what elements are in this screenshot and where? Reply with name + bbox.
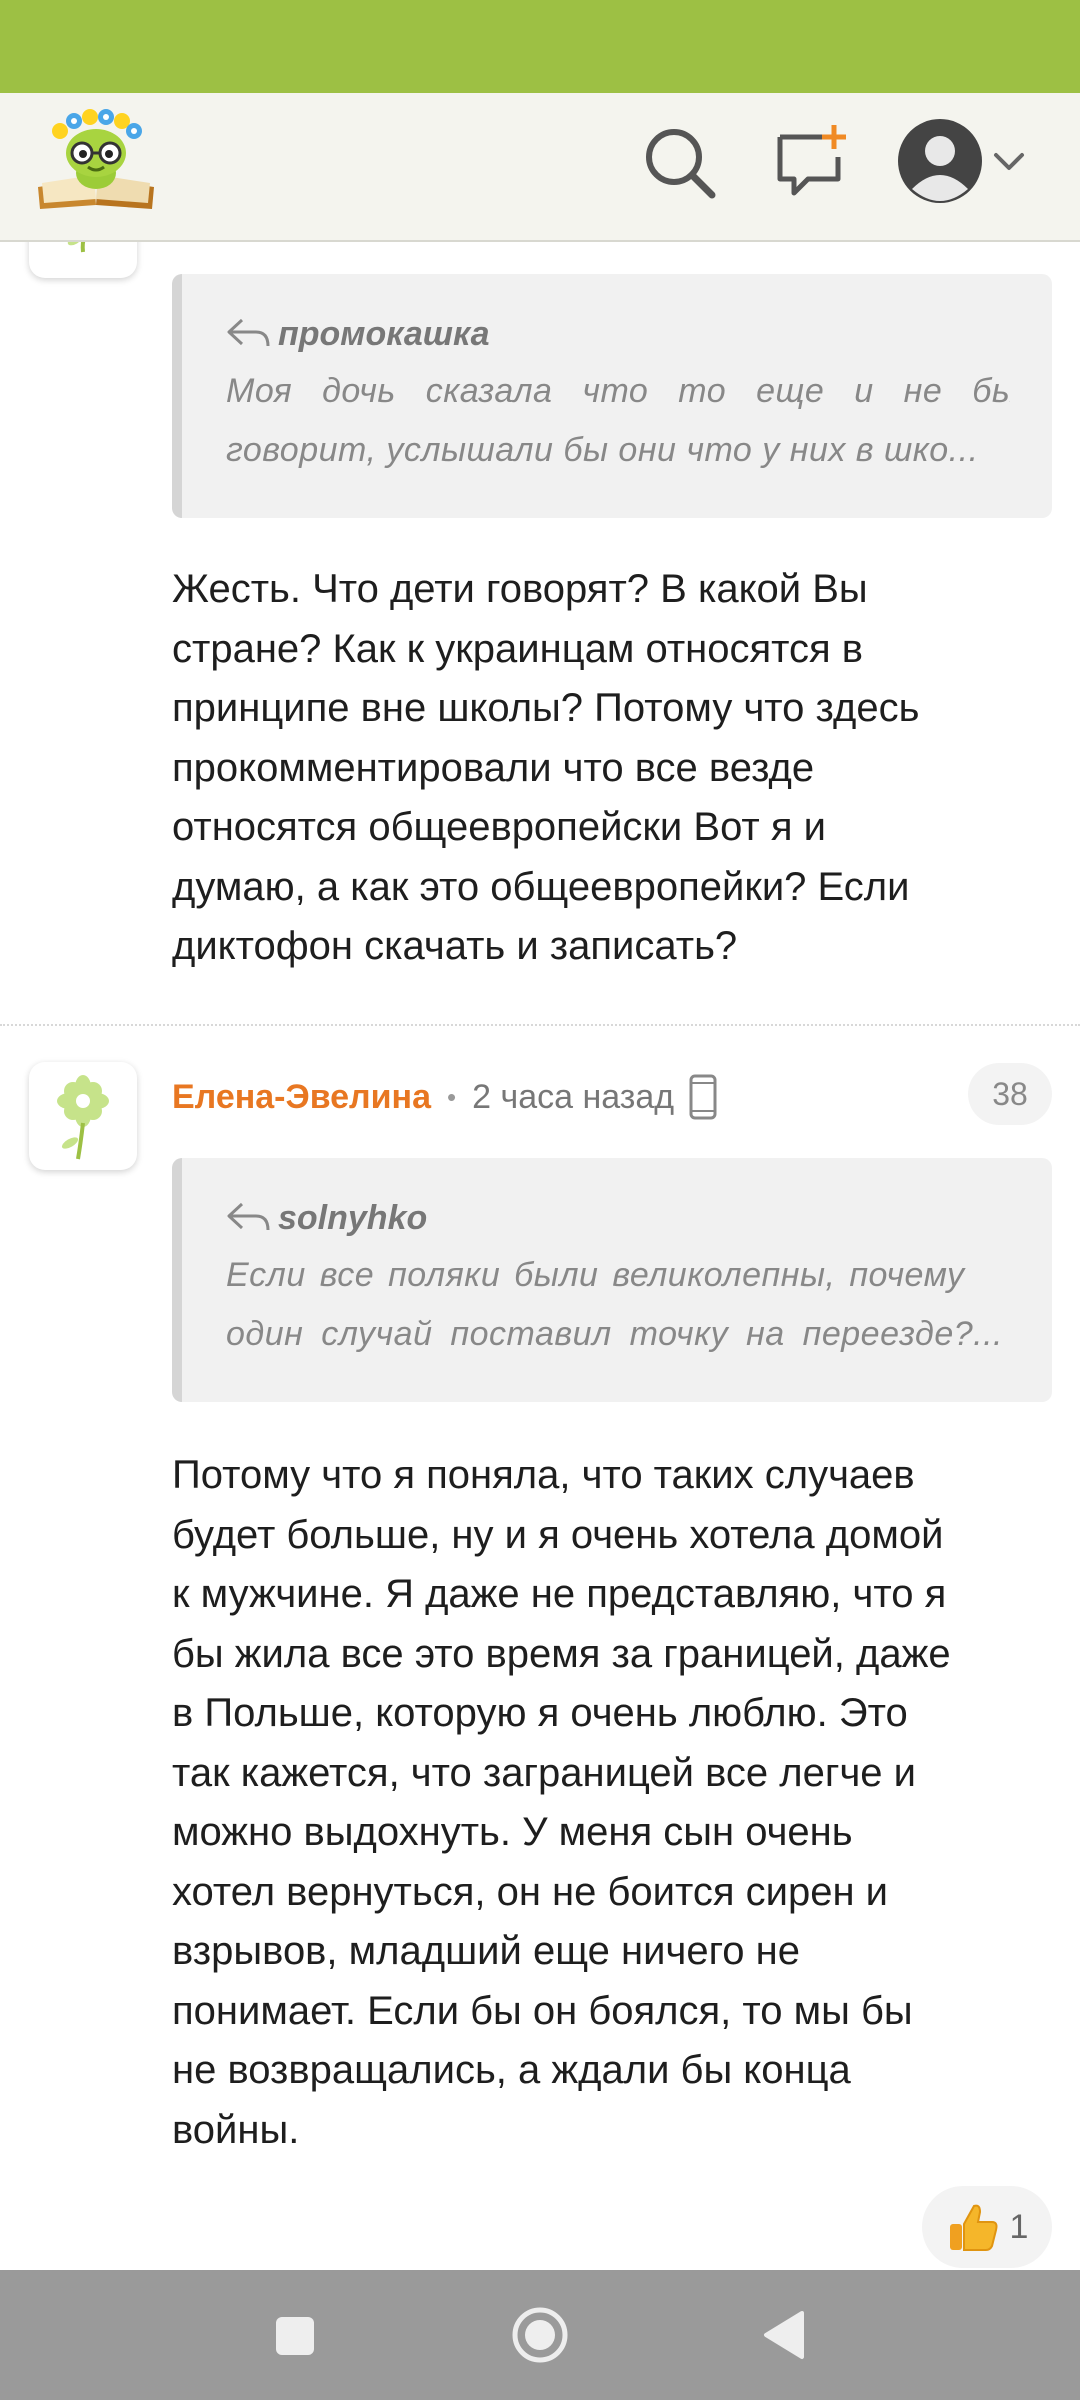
new-message-icon[interactable] xyxy=(772,123,852,203)
search-icon[interactable] xyxy=(640,123,720,203)
quote-line: Если все поляки были великолепны, почему xyxy=(226,1256,965,1294)
comment-line: диктофон скачать и записать? xyxy=(172,924,738,968)
quote-block[interactable]: solnyhko Если все поляки были великолепн… xyxy=(172,1158,1052,1402)
quote-author: промокашка xyxy=(226,314,1010,354)
quote-text: Если все поляки были великолепны, почему… xyxy=(226,1246,1010,1364)
comment-line: стране? Как к украинцам относятся в xyxy=(172,626,864,671)
like-button[interactable]: 1 xyxy=(922,2186,1052,2268)
comment-divider xyxy=(0,1024,1080,1026)
system-navigation-bar xyxy=(0,2270,1080,2400)
quote-line: говорит, услышали бы они что у них в шко… xyxy=(226,431,979,469)
comment-line: принципе вне школы? Потому что здесь xyxy=(172,686,920,730)
quote-text: Моя дочь сказала что то еще и не были, г… xyxy=(226,362,1010,480)
meta-separator: • xyxy=(447,1081,457,1112)
quote-line: один случай поставил точку на переезде?.… xyxy=(226,1315,1003,1353)
quote-block[interactable]: промокашка Моя дочь сказала что то еще и… xyxy=(172,274,1052,518)
comment-line: относятся общеевропейски Вот я и xyxy=(172,805,826,849)
user-avatar-icon[interactable] xyxy=(896,117,984,205)
comment-line: бы жила все это время за границей, даже xyxy=(172,1631,951,1676)
comment-line: к мужчине. Я даже не представляю, что я xyxy=(172,1572,947,1616)
comment-time: 2 часа назад xyxy=(472,1077,675,1116)
back-button[interactable] xyxy=(756,2305,816,2365)
top-bar xyxy=(0,93,1080,242)
thumbs-up-icon xyxy=(949,2204,998,2251)
comment-line: взрывов, младший еще ничего не xyxy=(172,1929,800,1973)
like-count: 1 xyxy=(1009,2207,1029,2246)
chevron-down-icon[interactable] xyxy=(990,143,1028,181)
comment-text: Потому что я поняла, что таких случаев б… xyxy=(172,1446,1052,2160)
comment-number: 38 xyxy=(992,1075,1028,1112)
reply-arrow-icon xyxy=(227,318,270,347)
comment-line: хотел вернуться, он не боится сирен и xyxy=(172,1869,889,1914)
mobile-device-icon xyxy=(689,1074,717,1120)
home-button[interactable] xyxy=(510,2305,570,2365)
quote-author: solnyhko xyxy=(226,1198,1010,1238)
comment-line: прокомментировали что все везде xyxy=(172,745,815,790)
comment-author[interactable]: Елена-Эвелина xyxy=(172,1078,431,1117)
comment-line: думаю, а как это общеевропейки? Если xyxy=(172,864,910,909)
recent-apps-button[interactable] xyxy=(264,2305,324,2365)
comment-meta: Елена-Эвелина • 2 часа назад xyxy=(172,1072,718,1122)
status-bar xyxy=(0,0,1080,93)
comment-line: не возвращались, а ждали бы конца xyxy=(172,2048,851,2092)
quote-line: Моя дочь сказала что то еще и не были, xyxy=(226,372,1010,410)
reply-arrow-icon xyxy=(227,1202,270,1231)
comment-line: можно выдохнуть. У меня сын очень xyxy=(172,1810,853,1854)
site-logo[interactable] xyxy=(34,109,158,209)
quote-author-name[interactable]: промокашка xyxy=(278,315,490,354)
comment-line: будет больше, ну и я очень хотела домой xyxy=(172,1512,944,1557)
comment-line: войны. xyxy=(172,2107,300,2152)
comment-line: Жесть. Что дети говорят? В какой Вы xyxy=(172,567,868,611)
comment-text: Жесть. Что дети говорят? В какой Вы стра… xyxy=(172,560,1052,977)
comment-line: понимает. Если бы он боялся, то мы бы xyxy=(172,1988,913,2033)
comment-line: Потому что я поняла, что таких случаев xyxy=(172,1453,915,1497)
comment-line: так кажется, что заграницей все легче и xyxy=(172,1750,917,1795)
avatar[interactable] xyxy=(29,1062,137,1170)
quote-author-name[interactable]: solnyhko xyxy=(278,1199,427,1238)
comment-number-badge[interactable]: 38 xyxy=(968,1063,1052,1125)
flower-icon xyxy=(57,1075,109,1160)
comment-line: в Польше, которую я очень люблю. Это xyxy=(172,1691,908,1735)
